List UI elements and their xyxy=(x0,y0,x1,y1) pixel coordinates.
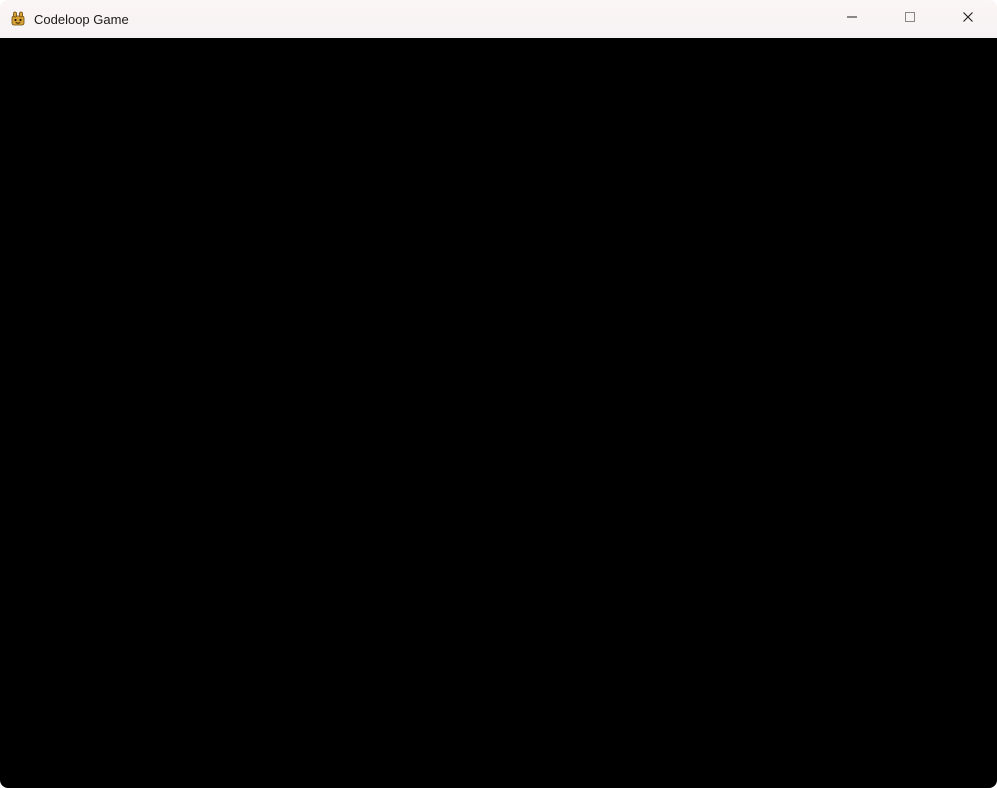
titlebar[interactable]: Codeloop Game xyxy=(0,0,997,38)
minimize-button[interactable] xyxy=(823,0,881,38)
app-icon xyxy=(10,11,26,27)
minimize-icon xyxy=(846,10,858,28)
close-button[interactable] xyxy=(939,0,997,38)
maximize-button[interactable] xyxy=(881,0,939,38)
game-canvas[interactable] xyxy=(0,38,997,788)
close-icon xyxy=(962,10,974,28)
application-window: Codeloop Game xyxy=(0,0,997,788)
window-controls xyxy=(823,0,997,38)
titlebar-left: Codeloop Game xyxy=(10,11,823,27)
window-title: Codeloop Game xyxy=(34,12,129,27)
maximize-icon xyxy=(904,10,916,28)
